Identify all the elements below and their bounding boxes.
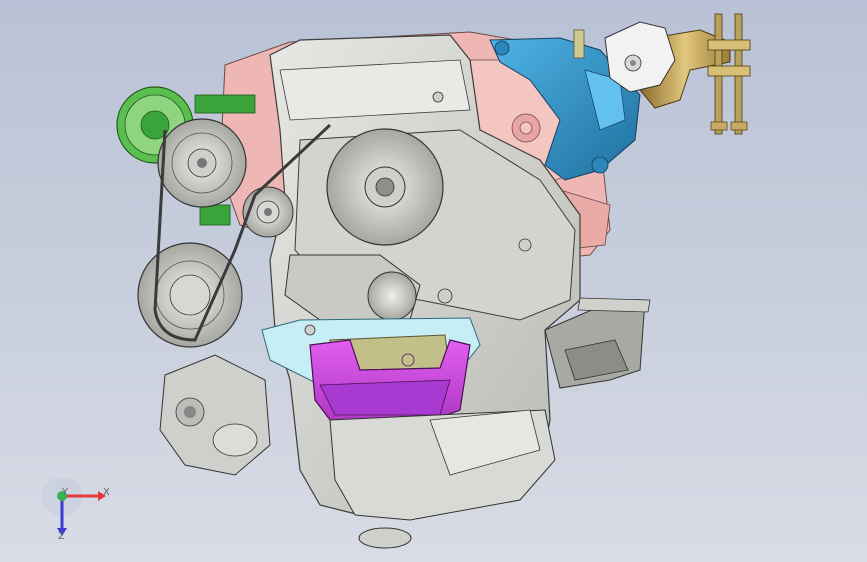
engine-assembly-model[interactable] bbox=[0, 0, 867, 562]
idler-pulley-small[interactable] bbox=[242, 186, 294, 238]
oil-pan[interactable] bbox=[329, 409, 556, 549]
camshaft-pulley[interactable] bbox=[326, 128, 444, 246]
idler-pulley-large[interactable] bbox=[157, 118, 247, 208]
triad-x-label: X bbox=[103, 487, 110, 498]
thermostat-housing[interactable] bbox=[159, 354, 271, 476]
triad-y-label: Y bbox=[62, 487, 69, 498]
alternator-pulley[interactable] bbox=[137, 242, 243, 348]
triad-z-label: Z bbox=[58, 531, 65, 542]
graphics-viewport[interactable]: X Y Z bbox=[0, 0, 867, 562]
